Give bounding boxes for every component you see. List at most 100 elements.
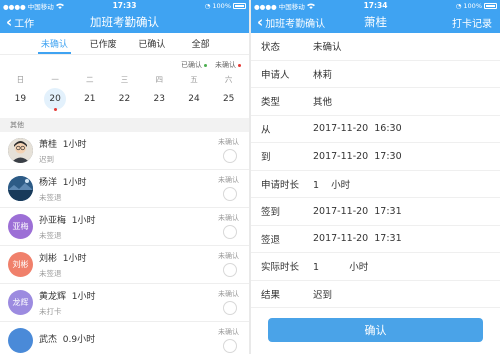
alarm-icon: ◔ — [455, 1, 462, 10]
status-bar: ●●●● 中国移动 17:33 ◔ 100% — [0, 0, 249, 11]
back-label: 加班考勤确认 — [265, 18, 326, 30]
select-checkbox[interactable] — [223, 149, 237, 163]
detail-row-status: 状态 未确认 — [251, 33, 500, 61]
battery-icon — [233, 2, 246, 9]
initials-avatar: 亚梅 — [8, 214, 33, 239]
screenshot-pair: ●●●● 中国移动 17:33 ◔ 100% ‹ 工作 加班考勤确认 未确认 已… — [0, 0, 500, 354]
status-badge: 未确认 — [218, 176, 239, 184]
date-cell[interactable]: 21 — [72, 88, 107, 110]
select-checkbox[interactable] — [223, 225, 237, 239]
tab-confirmed[interactable]: 已确认 — [128, 33, 177, 54]
select-checkbox[interactable] — [223, 187, 237, 201]
calendar-legend: 已确认 未确认 — [0, 58, 249, 72]
red-dot-icon — [238, 63, 241, 67]
attendance-result: 未签退 — [39, 192, 62, 202]
overtime-duration: 1小时 — [71, 215, 96, 226]
attendance-detail-screen: ●●●● 中国移动 17:34 ◔ 100% ‹ 加班考勤确认 萧桂 打卡记录 … — [251, 0, 500, 354]
employee-name: 萧桂 — [39, 139, 58, 150]
list-item[interactable]: 萧桂 1小时 迟到 未确认 — [0, 132, 249, 170]
weekday-label: 五 — [190, 75, 198, 84]
battery-percent: 100% — [212, 1, 231, 10]
date-cell[interactable]: 25 — [211, 88, 246, 110]
employee-name: 武杰 — [39, 335, 58, 345]
detail-row-sign-in: 签到 2017-11-20 17:31 — [251, 198, 500, 226]
weekday-label: 三 — [120, 75, 129, 84]
attendance-result: 迟到 — [39, 154, 54, 164]
detail-row-result: 结果 迟到 — [251, 281, 500, 308]
detail-row-requested-duration: 申请时长 1 小时 — [251, 171, 500, 198]
detail-row-sign-out: 签退 2017-11-20 17:31 — [251, 226, 500, 253]
overtime-duration: 1小时 — [71, 291, 96, 302]
confirm-button[interactable]: 确认 — [268, 318, 483, 342]
list-item[interactable]: 杨洋 1小时 未签退 未确认 — [0, 170, 249, 208]
tab-unconfirmed[interactable]: 未确认 — [30, 33, 79, 54]
date-cell[interactable]: 19 — [3, 88, 38, 110]
employee-name: 孙亚梅 — [39, 215, 67, 226]
detail-list: 状态 未确认 申请人 林莉 类型 其他 从 2017-11-20 16:30 到 2017… — [251, 33, 500, 308]
tab-all[interactable]: 全部 — [176, 33, 225, 54]
detail-row-actual-duration: 实际时长 1 小时 — [251, 253, 500, 281]
detail-row-to: 到 2017-11-20 17:30 — [251, 143, 500, 171]
chevron-left-icon: ‹ — [6, 12, 13, 31]
employee-name: 黄龙辉 — [39, 291, 67, 302]
carrier-label: ●●●● 中国移动 — [3, 1, 64, 11]
select-checkbox[interactable] — [223, 263, 237, 277]
back-label: 工作 — [14, 18, 35, 30]
week-date-strip: 19 20 21 22 23 24 25 — [0, 88, 249, 111]
status-badge: 未确认 — [218, 138, 239, 146]
weekday-header: 日 一 二 三 四 五 六 — [0, 74, 249, 85]
carrier-label: ●●●● 中国移动 — [254, 1, 315, 11]
overtime-duration: 1小时 — [62, 139, 87, 150]
list-item[interactable]: 龙辉 黄龙辉 1小时 未打卡 未确认 — [0, 284, 249, 322]
overtime-duration: 1小时 — [62, 177, 87, 188]
date-cell-selected[interactable]: 20 — [38, 88, 73, 111]
date-cell[interactable]: 22 — [107, 88, 142, 110]
weekday-label: 一 — [51, 75, 59, 84]
status-badge: 未确认 — [218, 328, 239, 336]
battery-percent: 100% — [463, 1, 482, 10]
weekday-label: 四 — [155, 75, 163, 84]
initials-avatar: 刘彬 — [8, 252, 33, 277]
signal-icon: ●●●● — [3, 2, 26, 11]
list-item[interactable]: 刘彬 刘彬 1小时 未签退 未确认 — [0, 246, 249, 284]
avatar — [8, 328, 33, 353]
record-list: 萧桂 1小时 迟到 未确认 杨洋 1小时 未签退 未确认 亚梅 孙亚梅 1小时 … — [0, 132, 249, 354]
date-cell[interactable]: 23 — [142, 88, 177, 110]
employee-name: 杨洋 — [39, 177, 58, 188]
legend-confirmed: 已确认 — [181, 60, 207, 70]
status-tabs: 未确认 已作废 已确认 全部 — [0, 33, 249, 55]
overtime-duration: 0.9小时 — [62, 335, 96, 345]
chevron-left-icon: ‹ — [257, 12, 264, 31]
signal-icon: ●●●● — [254, 2, 277, 11]
attendance-result: 未签退 — [39, 230, 62, 240]
weekday-label: 日 — [16, 75, 25, 84]
detail-row-type: 类型 其他 — [251, 88, 500, 116]
wifi-icon — [55, 3, 64, 9]
legend-unconfirmed: 未确认 — [215, 60, 241, 70]
back-button[interactable]: ‹ 加班考勤确认 — [251, 11, 325, 33]
punch-records-button[interactable]: 打卡记录 — [452, 15, 492, 30]
detail-row-applicant: 申请人 林莉 — [251, 61, 500, 88]
date-cell[interactable]: 24 — [177, 88, 212, 110]
weekday-label: 六 — [224, 75, 233, 84]
select-checkbox[interactable] — [223, 301, 237, 315]
list-item[interactable]: 亚梅 孙亚梅 1小时 未签退 未确认 — [0, 208, 249, 246]
status-bar: ●●●● 中国移动 17:34 ◔ 100% — [251, 0, 500, 11]
initials-avatar: 龙辉 — [8, 290, 33, 315]
employee-name: 刘彬 — [39, 253, 58, 264]
battery-icon — [484, 2, 497, 9]
status-badge: 未确认 — [218, 214, 239, 222]
tab-voided[interactable]: 已作废 — [79, 33, 128, 54]
status-badge: 未确认 — [218, 252, 239, 260]
attendance-result: 未签退 — [39, 268, 62, 278]
green-dot-icon — [204, 63, 207, 67]
status-badge: 未确认 — [218, 290, 239, 298]
attendance-list-screen: ●●●● 中国移动 17:33 ◔ 100% ‹ 工作 加班考勤确认 未确认 已… — [0, 0, 249, 354]
list-item[interactable]: 武杰 0.9小时 未确认 — [0, 322, 249, 354]
alarm-icon: ◔ — [204, 1, 211, 10]
select-checkbox[interactable] — [223, 339, 237, 353]
unconfirmed-dot-icon — [53, 108, 57, 111]
back-button[interactable]: ‹ 工作 — [0, 11, 34, 33]
attendance-result: 未打卡 — [39, 306, 62, 316]
nav-bar: ‹ 工作 加班考勤确认 — [0, 11, 249, 33]
